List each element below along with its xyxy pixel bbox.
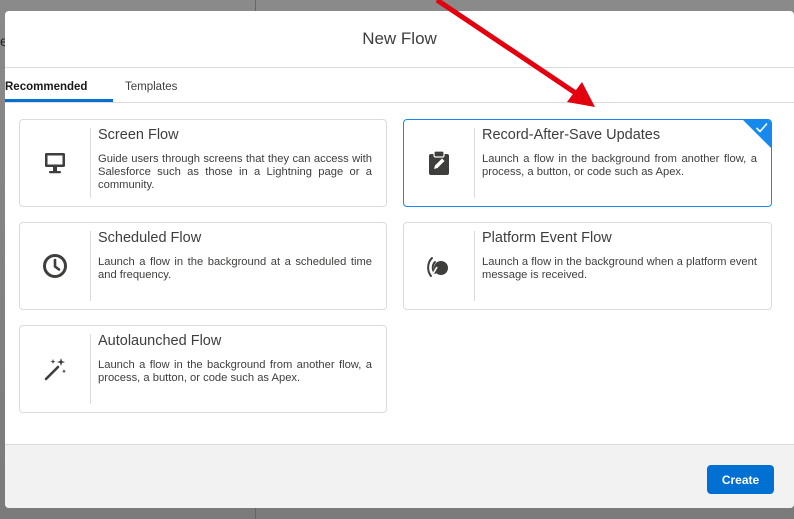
card-title: Screen Flow	[98, 127, 179, 143]
card-description: Launch a flow in the background from ano…	[98, 359, 372, 384]
card-description: Launch a flow in the background at a sch…	[98, 256, 372, 281]
create-button[interactable]: Create	[707, 465, 774, 494]
tab-templates-label: Templates	[125, 81, 178, 93]
modal-footer: Create	[5, 444, 794, 508]
magic-wand-icon	[44, 358, 66, 381]
card-title: Platform Event Flow	[482, 230, 612, 246]
clock-icon	[43, 254, 67, 278]
card-icon-area	[404, 223, 474, 309]
flow-card-scheduled-flow[interactable]: Scheduled Flow Launch a flow in the back…	[19, 222, 387, 310]
card-title: Record-After-Save Updates	[482, 127, 661, 143]
card-icon-area	[20, 326, 90, 412]
tab-recommended-label: Recommended	[5, 81, 88, 93]
clipboard-edit-icon	[429, 150, 449, 175]
new-flow-modal: New Flow Recommended Templates Screen Fl…	[5, 11, 794, 508]
modal-title: New Flow	[362, 29, 437, 48]
tab-recommended[interactable]: Recommended	[5, 67, 113, 102]
broadcast-icon	[427, 257, 448, 277]
tab-templates[interactable]: Templates	[125, 67, 177, 102]
check-icon	[755, 122, 768, 133]
card-divider	[474, 128, 475, 198]
flow-card-screen-flow[interactable]: Screen Flow Guide users through screens …	[19, 119, 387, 207]
flow-card-platform-event-flow[interactable]: Platform Event Flow Launch a flow in the…	[403, 222, 772, 310]
modal-header: New Flow	[5, 11, 794, 68]
card-divider	[90, 128, 91, 198]
flow-card-record-after-save[interactable]: Record-After-Save Updates Launch a flow …	[403, 119, 772, 207]
card-description: Launch a flow in the background from ano…	[482, 153, 757, 178]
card-icon-area	[20, 223, 90, 309]
card-icon-area	[20, 120, 90, 206]
card-description: Launch a flow in the background when a p…	[482, 256, 757, 281]
flow-card-autolaunched-flow[interactable]: Autolaunched Flow Launch a flow in the b…	[19, 325, 387, 413]
card-icon-area	[404, 120, 474, 206]
card-description: Guide users through screens that they ca…	[98, 153, 372, 191]
tab-bar: Recommended Templates	[5, 68, 794, 103]
card-divider	[474, 231, 475, 301]
card-divider	[90, 334, 91, 404]
card-divider	[90, 231, 91, 301]
desktop-icon	[45, 153, 65, 174]
card-title: Autolaunched Flow	[98, 333, 222, 349]
card-title: Scheduled Flow	[98, 230, 202, 246]
